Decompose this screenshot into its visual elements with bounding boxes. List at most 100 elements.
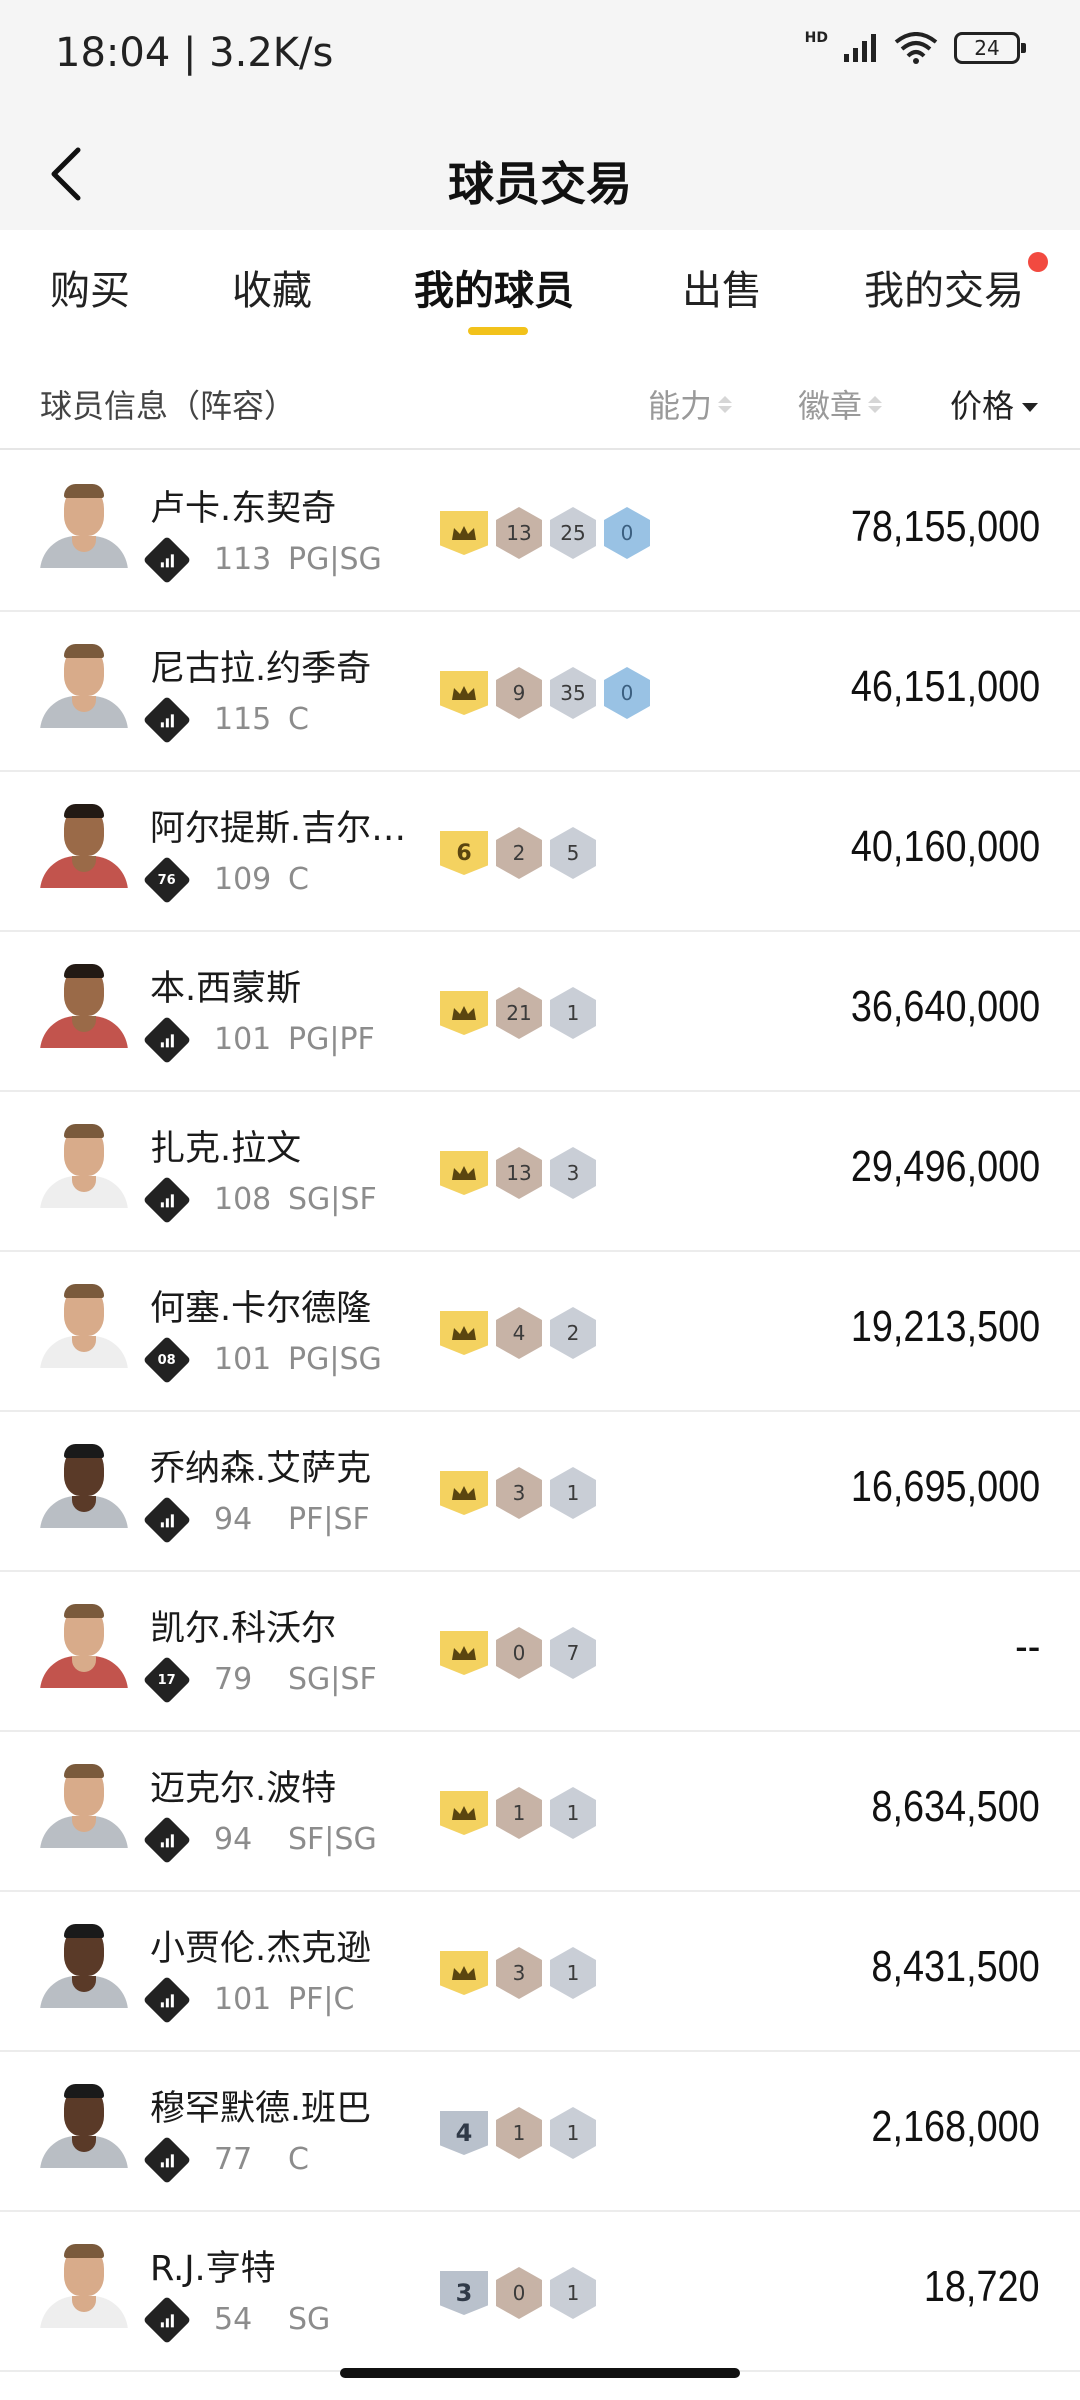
column-ability-label: 能力 xyxy=(648,387,713,425)
player-price: 8,431,500 xyxy=(871,1942,1040,1991)
tier-level-badge: 3 xyxy=(440,2271,488,2315)
badge-count-silver: 1 xyxy=(550,987,596,1039)
team-logo-icon xyxy=(142,695,192,744)
badge-group: 411 xyxy=(440,2107,596,2159)
player-position: C xyxy=(288,862,309,897)
badge-count-silver: 25 xyxy=(550,507,596,559)
player-avatar xyxy=(40,1760,128,1848)
player-name: R.J.亨特 xyxy=(150,2249,276,2289)
team-logo-icon xyxy=(142,1815,192,1864)
badge-count-silver: 35 xyxy=(550,667,596,719)
badge-count-bronze: 4 xyxy=(496,1307,542,1359)
team-logo-icon xyxy=(142,1975,192,2024)
player-row[interactable]: 尼古拉.约季奇 115 C 9 35 0 46,151,000 xyxy=(0,612,1080,772)
player-position: PF|SF xyxy=(288,1502,370,1537)
player-name: 乔纳森.艾萨克 xyxy=(150,1449,372,1489)
team-logo-icon xyxy=(142,1015,192,1064)
player-name: 迈克尔.波特 xyxy=(150,1769,337,1809)
nav-bar: 球员交易 xyxy=(0,120,1080,230)
column-player-info: 球员信息（阵容） xyxy=(40,387,297,425)
player-position: SF|SG xyxy=(288,1822,377,1857)
hd-label: HD xyxy=(804,30,828,46)
crown-tier-icon xyxy=(440,1791,488,1835)
player-overall: 101 xyxy=(214,1342,272,1377)
player-overall: 94 xyxy=(214,1502,253,1537)
signal-icon xyxy=(844,34,876,62)
status-bar: 18:04 | 3.2K/s HD 24 xyxy=(0,0,1080,120)
team-logo-icon xyxy=(142,1495,192,1544)
team-logo-number: 76 xyxy=(157,872,177,887)
player-overall: 79 xyxy=(214,1662,253,1697)
column-price-label: 价格 xyxy=(950,387,1015,425)
player-row[interactable]: 卢卡.东契奇 113 PG|SG 13 25 0 78,155,000 xyxy=(0,452,1080,612)
crown-tier-icon xyxy=(440,1311,488,1355)
team-logo-number: 08 xyxy=(157,1352,177,1367)
player-meta: 94 PF|SF xyxy=(142,1495,370,1544)
status-icons: HD 24 xyxy=(804,30,1026,64)
badge-group: 42 xyxy=(440,1307,596,1359)
badge-count-silver: 1 xyxy=(550,2267,596,2319)
player-meta: 76 109 C xyxy=(142,855,309,904)
player-overall: 54 xyxy=(214,2302,253,2337)
player-overall: 77 xyxy=(214,2142,253,2177)
team-logo-icon: 17 xyxy=(142,1655,192,1704)
crown-tier-icon xyxy=(440,1471,488,1515)
sort-by-badge[interactable]: 徽章 xyxy=(798,381,883,427)
player-price: 8,634,500 xyxy=(871,1782,1040,1831)
sort-by-ability[interactable]: 能力 xyxy=(648,381,733,427)
player-row[interactable]: 何塞.卡尔德隆 08 101 PG|SG 4 2 19,213,500 xyxy=(0,1252,1080,1412)
badge-count-silver: 1 xyxy=(550,1947,596,1999)
player-row[interactable]: 本.西蒙斯 101 PG|PF 21 1 36,640,000 xyxy=(0,932,1080,1092)
player-name: 本.西蒙斯 xyxy=(150,969,302,1009)
tab-buy[interactable]: 购买 xyxy=(50,258,130,316)
badge-count-blue: 0 xyxy=(604,507,650,559)
player-avatar xyxy=(40,1920,128,2008)
badge-count-bronze: 9 xyxy=(496,667,542,719)
sort-icon xyxy=(718,395,733,413)
player-row[interactable]: 迈克尔.波特 94 SF|SG 1 1 8,634,500 xyxy=(0,1732,1080,1892)
badge-count-bronze: 21 xyxy=(496,987,542,1039)
sort-icon xyxy=(868,395,883,413)
player-row[interactable]: 小贾伦.杰克逊 101 PF|C 3 1 8,431,500 xyxy=(0,1892,1080,2052)
player-overall: 94 xyxy=(214,1822,253,1857)
status-time: 18:04 | 3.2K/s xyxy=(55,30,334,76)
player-row[interactable]: 乔纳森.艾萨克 94 PF|SF 3 1 16,695,000 xyxy=(0,1412,1080,1572)
tab-sell[interactable]: 出售 xyxy=(682,258,762,316)
player-row[interactable]: 穆罕默德.班巴 77 C 4 1 1 2,168,000 xyxy=(0,2052,1080,2212)
player-avatar xyxy=(40,1120,128,1208)
player-meta: 101 PG|PF xyxy=(142,1015,375,1064)
player-price: 78,155,000 xyxy=(850,502,1040,551)
player-name: 卢卡.东契奇 xyxy=(150,489,337,529)
player-overall: 113 xyxy=(214,542,272,577)
player-meta: 101 PF|C xyxy=(142,1975,354,2024)
player-price: 16,695,000 xyxy=(850,1462,1040,1511)
tab-favorites[interactable]: 收藏 xyxy=(232,258,312,316)
player-avatar xyxy=(40,1600,128,1688)
tab-my-trades[interactable]: 我的交易 xyxy=(864,258,1024,316)
player-overall: 108 xyxy=(214,1182,272,1217)
team-logo-number: 17 xyxy=(157,1672,177,1687)
sort-by-price[interactable]: 价格 xyxy=(950,381,1039,427)
badge-count-silver: 1 xyxy=(550,1467,596,1519)
player-avatar xyxy=(40,2240,128,2328)
badge-count-blue: 0 xyxy=(604,667,650,719)
player-overall: 115 xyxy=(214,702,272,737)
player-meta: 115 C xyxy=(142,695,309,744)
tab-my-players[interactable]: 我的球员 xyxy=(414,258,574,316)
player-avatar xyxy=(40,1280,128,1368)
player-row[interactable]: R.J.亨特 54 SG 3 0 1 18,720 xyxy=(0,2212,1080,2372)
column-header: 球员信息（阵容） 能力 徽章 价格 xyxy=(0,345,1080,450)
badge-group: 13 3 xyxy=(440,1147,596,1199)
player-name: 凯尔.科沃尔 xyxy=(150,1609,337,1649)
player-name: 何塞.卡尔德隆 xyxy=(150,1289,372,1329)
team-logo-icon xyxy=(142,1175,192,1224)
player-row[interactable]: 阿尔提斯.吉尔… 76 109 C 6 2 5 40,160,000 xyxy=(0,772,1080,932)
tier-level-badge: 4 xyxy=(440,2111,488,2155)
team-logo-icon xyxy=(142,2135,192,2184)
player-row[interactable]: 凯尔.科沃尔 17 79 SG|SF 0 7 -- xyxy=(0,1572,1080,1732)
player-row[interactable]: 扎克.拉文 108 SG|SF 13 3 29,496,000 xyxy=(0,1092,1080,1252)
home-indicator[interactable] xyxy=(340,2368,740,2378)
crown-tier-icon xyxy=(440,671,488,715)
player-avatar xyxy=(40,2080,128,2168)
badge-group: 31 xyxy=(440,1467,596,1519)
